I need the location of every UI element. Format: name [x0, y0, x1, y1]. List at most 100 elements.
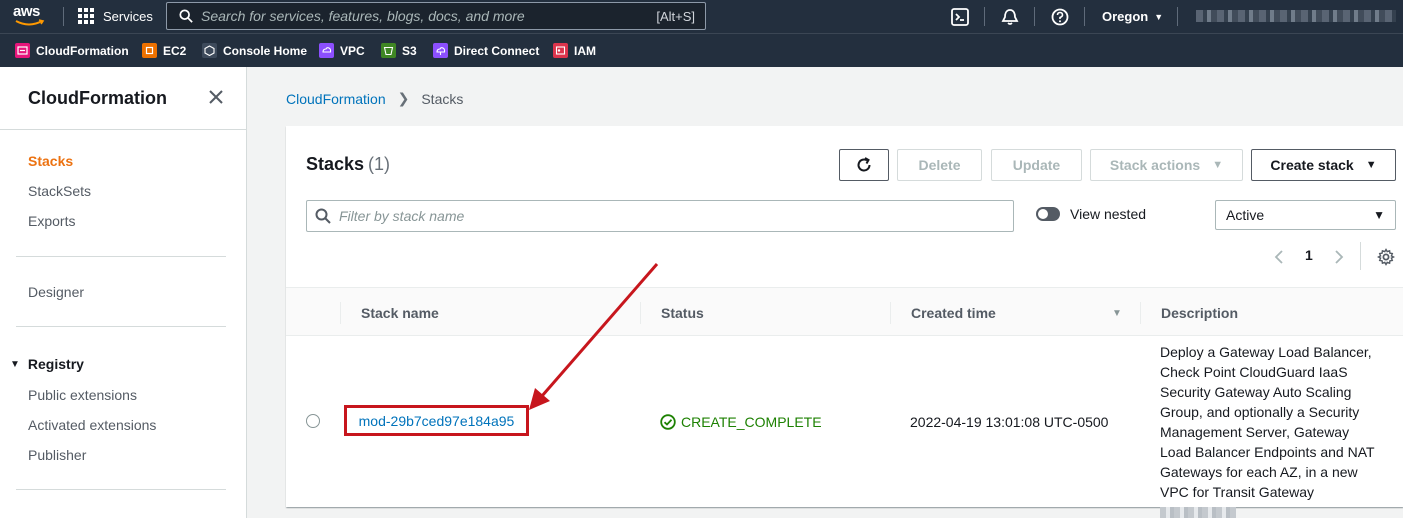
account-menu-redacted[interactable] [1196, 10, 1396, 22]
sidebar-title[interactable]: CloudFormation [28, 88, 167, 109]
sidebar-item-activated-extensions[interactable]: Activated extensions [28, 417, 156, 433]
nav-divider [63, 7, 64, 26]
s3-bucket-icon [381, 43, 396, 58]
favorite-iam[interactable]: IAM [553, 43, 596, 58]
help-icon[interactable] [1051, 8, 1069, 26]
column-divider [1140, 302, 1141, 324]
chevron-right-icon: ❯ [397, 90, 410, 106]
column-divider [340, 302, 341, 324]
search-icon [179, 9, 193, 23]
column-header-description[interactable]: Description [1161, 305, 1238, 321]
stack-filter[interactable] [306, 200, 1014, 232]
sidebar-divider [16, 256, 226, 257]
nav-divider [1177, 7, 1178, 26]
stack-count: (1) [368, 154, 391, 174]
top-navigation: aws Services [Alt+S] Oregon ▼ [0, 0, 1403, 33]
column-header-stack-name[interactable]: Stack name [361, 305, 439, 321]
stacks-panel: Stacks (1) Delete Update Stack actions ▼ C… [286, 126, 1403, 518]
status-filter-select[interactable]: Active ▼ [1215, 200, 1396, 230]
row-select-radio[interactable] [306, 414, 320, 428]
nav-divider [984, 7, 985, 26]
stack-name-link[interactable]: mod-29b7ced97e184a95 [344, 405, 529, 436]
success-check-icon [660, 414, 676, 430]
sidebar-item-stacks[interactable]: Stacks [28, 153, 73, 169]
breadcrumb: CloudFormation ❯ Stacks [286, 90, 463, 107]
favorite-direct-connect[interactable]: Direct Connect [433, 43, 539, 58]
search-shortcut: [Alt+S] [656, 9, 695, 24]
search-icon [315, 208, 331, 224]
refresh-icon [857, 157, 871, 172]
chevron-right-icon[interactable] [1334, 249, 1344, 265]
update-button[interactable]: Update [991, 149, 1082, 181]
status-cell: CREATE_COMPLETE [660, 414, 822, 430]
aws-logo-text: aws [13, 3, 40, 20]
create-stack-button[interactable]: Create stack ▼ [1251, 149, 1396, 181]
column-header-created-time[interactable]: Created time [911, 305, 996, 321]
favorite-ec2[interactable]: EC2 [142, 43, 186, 58]
sidebar-item-designer[interactable]: Designer [28, 284, 84, 300]
favorite-console-home[interactable]: Console Home [202, 43, 307, 58]
grid-icon [78, 8, 94, 24]
chevron-left-icon[interactable] [1274, 249, 1284, 265]
sidebar-item-exports[interactable]: Exports [28, 213, 75, 229]
vpc-icon [319, 43, 334, 58]
pager-divider [1360, 242, 1361, 270]
description-cell: Deploy a Gateway Load Balancer, Check Po… [1160, 342, 1375, 518]
filter-input[interactable] [339, 208, 979, 224]
nav-divider [1034, 7, 1035, 26]
caret-down-icon: ▼ [1373, 208, 1385, 222]
status-filter-value: Active [1226, 207, 1265, 223]
sidebar-item-publisher[interactable]: Publisher [28, 447, 86, 463]
cloudshell-icon[interactable] [951, 8, 969, 26]
breadcrumb-current: Stacks [421, 90, 464, 107]
favorite-cloudformation[interactable]: CloudFormation [15, 43, 129, 58]
sidebar-divider [0, 129, 246, 130]
favorite-vpc[interactable]: VPC [319, 43, 365, 58]
unified-search[interactable]: [Alt+S] [166, 2, 706, 30]
console-home-icon [202, 43, 217, 58]
column-divider [640, 302, 641, 324]
aws-logo[interactable]: aws [13, 4, 49, 28]
stack-actions-button[interactable]: Stack actions ▼ [1090, 149, 1243, 181]
caret-down-icon: ▼ [1212, 159, 1224, 171]
delete-button[interactable]: Delete [897, 149, 982, 181]
sidebar-item-public-extensions[interactable]: Public extensions [28, 387, 137, 403]
close-icon[interactable] [208, 89, 224, 105]
sidebar-item-stacksets[interactable]: StackSets [28, 183, 91, 199]
cloudformation-icon [15, 43, 30, 58]
created-time-cell: 2022-04-19 13:01:08 UTC-0500 [910, 414, 1109, 430]
caret-down-icon: ▼ [10, 358, 20, 370]
services-label: Services [103, 8, 153, 24]
region-selector[interactable]: Oregon ▼ [1102, 9, 1163, 24]
column-header-status[interactable]: Status [661, 305, 704, 321]
gear-icon[interactable] [1377, 248, 1395, 266]
services-menu-button[interactable]: Services [78, 6, 153, 26]
caret-down-icon: ▼ [1154, 11, 1164, 22]
redacted-text [1160, 507, 1236, 518]
view-nested-toggle[interactable] [1036, 207, 1060, 221]
ec2-icon [142, 43, 157, 58]
direct-connect-icon [433, 43, 448, 58]
table-header: Stack name Status Created time ▼ Descrip… [286, 287, 1403, 336]
bell-icon[interactable] [1001, 8, 1019, 26]
nav-divider [1084, 7, 1085, 26]
column-divider [890, 302, 891, 324]
favorites-bar: CloudFormation EC2 Console Home VPC S3 D… [0, 33, 1403, 67]
aws-smile-icon [15, 19, 45, 26]
sidebar-divider [16, 489, 226, 490]
search-input[interactable] [201, 8, 641, 24]
sidebar-divider [16, 326, 226, 327]
iam-icon [553, 43, 568, 58]
side-navigation: CloudFormation Stacks StackSets Exports … [0, 67, 247, 518]
view-nested-label: View nested [1070, 206, 1147, 222]
favorite-s3[interactable]: S3 [381, 43, 417, 58]
refresh-button[interactable] [839, 149, 889, 181]
sort-descending-icon[interactable]: ▼ [1112, 308, 1122, 319]
status-text: CREATE_COMPLETE [681, 414, 822, 430]
sidebar-section-registry[interactable]: ▼ Registry [10, 356, 84, 372]
caret-down-icon: ▼ [1365, 159, 1377, 171]
panel-title: Stacks (1) [306, 154, 391, 174]
region-label: Oregon [1102, 9, 1149, 24]
breadcrumb-cloudformation[interactable]: CloudFormation [286, 91, 386, 107]
page-number[interactable]: 1 [1305, 247, 1313, 263]
